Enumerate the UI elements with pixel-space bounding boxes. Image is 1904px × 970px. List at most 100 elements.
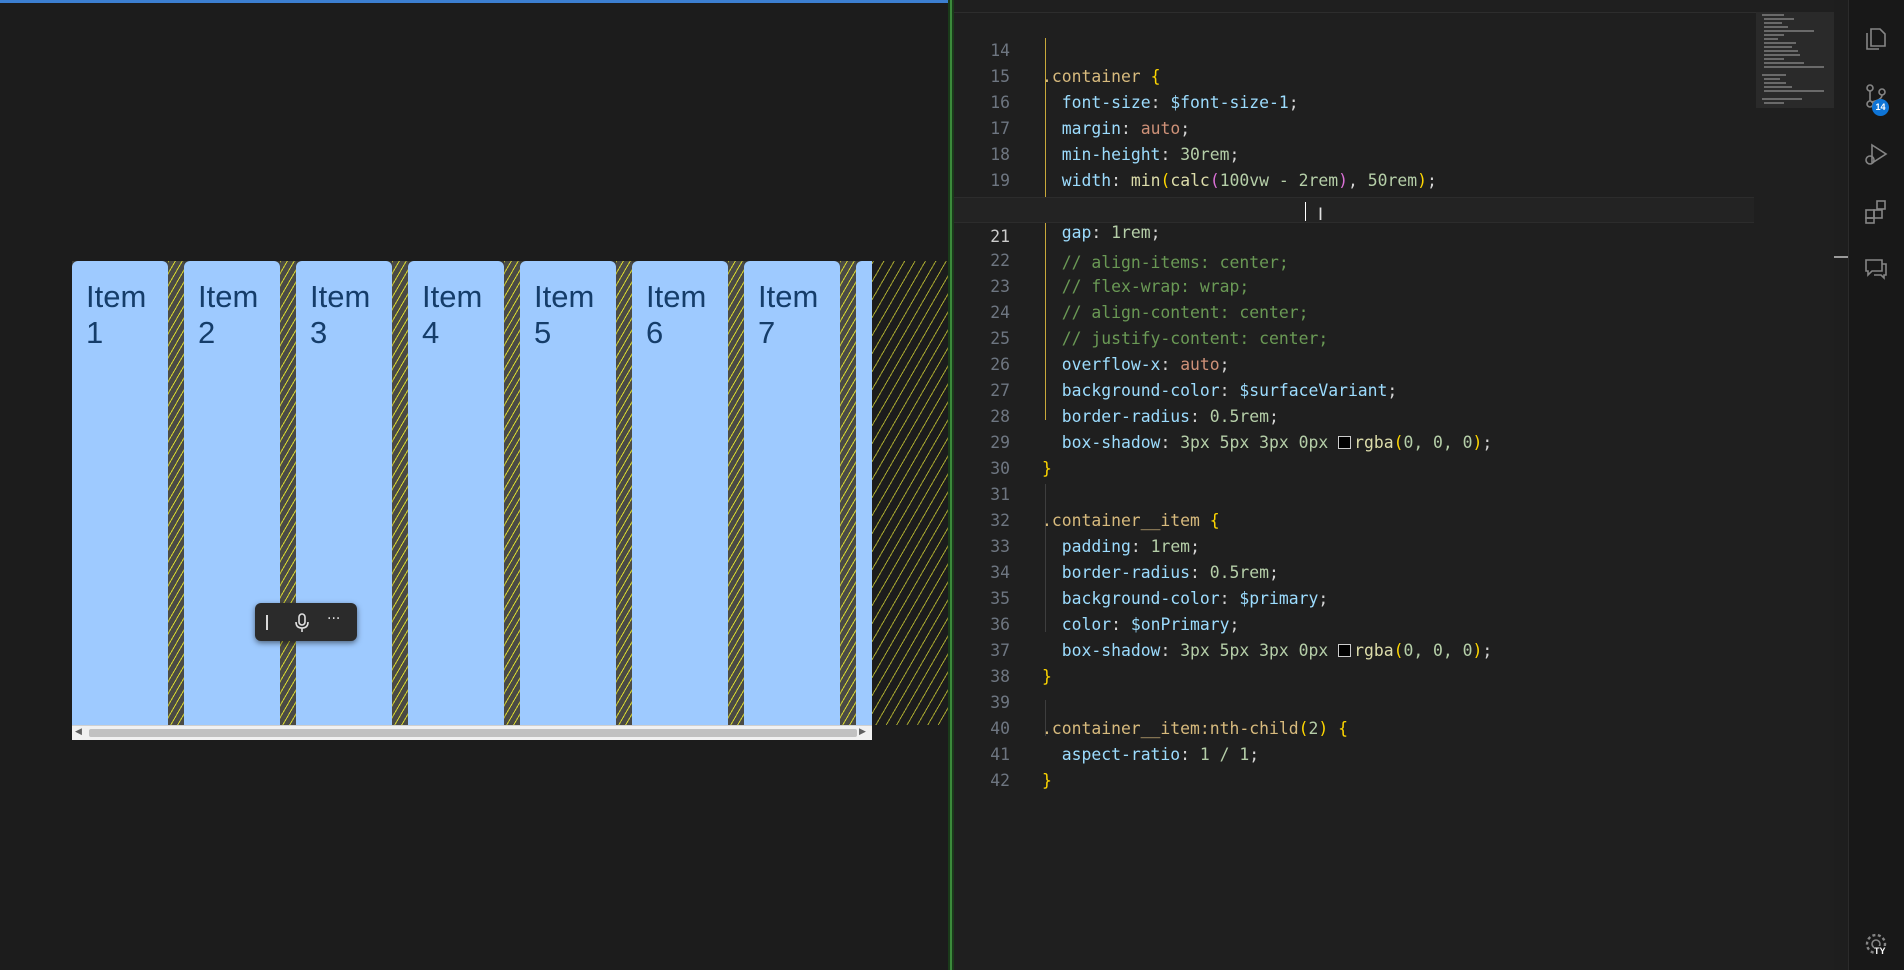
code-line-22[interactable]: 22 // flex-wrap: wrap; xyxy=(954,222,1754,296)
item-label: Item xyxy=(758,279,819,314)
code-line-17[interactable]: 17 min-height: 30rem; xyxy=(954,90,1754,164)
code-line-20[interactable]: 20 gap: 1rem; xyxy=(954,168,1754,242)
flex-gap-overlay xyxy=(392,261,408,725)
minimap-line xyxy=(1764,50,1798,52)
code-line-29[interactable]: 29 } xyxy=(954,404,1754,478)
minimap-line xyxy=(1764,54,1800,56)
minimap-line xyxy=(1764,22,1782,24)
more-options-icon[interactable]: ··· xyxy=(327,611,340,627)
code-line-23[interactable]: 23 // align-content: center; xyxy=(954,248,1754,322)
microphone-icon[interactable] xyxy=(293,613,311,633)
flex-container[interactable]: Item 1 Item 2 Item 3 Item 4 Item 5 Item … xyxy=(72,261,872,725)
item-number: 6 xyxy=(646,315,664,350)
minimap-line xyxy=(1764,30,1814,32)
preview-top-accent-bar xyxy=(0,0,948,3)
item-number: 4 xyxy=(422,315,440,350)
item-number: 5 xyxy=(534,315,552,350)
item-label: Item xyxy=(198,279,259,314)
code-line-14[interactable]: 14 .container { xyxy=(954,12,1754,86)
minimap-line xyxy=(1762,14,1784,16)
scroll-left-icon[interactable]: ◀ xyxy=(75,727,82,737)
code-line-26[interactable]: 26 background-color: $surfaceVariant; xyxy=(954,326,1754,400)
code-line-21-current[interactable]: 21 // align-items: center; xyxy=(954,197,1754,272)
code-line-33[interactable]: 33 border-radius: 0.5rem; xyxy=(954,508,1754,582)
container-item-1: Item 1 xyxy=(72,261,168,725)
flex-gap-overlay xyxy=(504,261,520,725)
flex-gap-overlay xyxy=(728,261,744,725)
item-number: 2 xyxy=(198,315,216,350)
drag-handle-icon[interactable] xyxy=(266,615,268,630)
code-line-15[interactable]: 15 font-size: $font-size-1; xyxy=(954,38,1754,112)
code-line-40[interactable]: 40 aspect-ratio: 1 / 1; xyxy=(954,690,1754,764)
container-item-2: Item 2 xyxy=(184,261,280,725)
extensions-icon[interactable] xyxy=(1862,198,1890,226)
flex-gap-overlay xyxy=(280,261,296,725)
brace: } xyxy=(1042,771,1052,790)
minimap-line xyxy=(1764,78,1780,80)
scroll-right-icon[interactable]: ▶ xyxy=(859,727,866,737)
minimap-line xyxy=(1762,74,1786,76)
run-debug-icon[interactable] xyxy=(1862,140,1890,168)
account-badge[interactable]: TY xyxy=(1874,946,1892,960)
source-control-count-badge: 14 xyxy=(1872,99,1889,116)
item-label: Item xyxy=(534,279,595,314)
flex-gap-overlay xyxy=(616,261,632,725)
minimap-line xyxy=(1764,58,1784,60)
flex-gap-overlay xyxy=(840,261,856,725)
container-item-4: Item 4 xyxy=(408,261,504,725)
code-line-38[interactable]: 38 xyxy=(954,638,1754,686)
minimap-line xyxy=(1764,46,1792,48)
code-line-16[interactable]: 16 margin: auto; xyxy=(954,64,1754,138)
code-line-18[interactable]: 18 width: min(calc(100vw - 2rem), 50rem)… xyxy=(954,116,1754,190)
explorer-icon[interactable] xyxy=(1862,24,1890,52)
code-line-41[interactable]: 41 } xyxy=(954,716,1754,790)
minimap-line xyxy=(1764,34,1784,36)
item-number: 1 xyxy=(86,315,104,350)
horizontal-scrollbar[interactable]: ◀ ▶ xyxy=(72,725,872,740)
item-label: Item xyxy=(646,279,707,314)
item-number: 3 xyxy=(310,315,328,350)
minimap-line xyxy=(1764,102,1784,104)
code-line-19[interactable]: 19 display: flex; xyxy=(954,142,1754,216)
code-editor[interactable]: 14 .container { 15 font-size: $font-size… xyxy=(954,0,1834,970)
remote-chat-icon[interactable] xyxy=(1862,254,1890,282)
minimap-line xyxy=(1764,42,1796,44)
minimap-line xyxy=(1764,62,1804,64)
minimap[interactable] xyxy=(1756,12,1834,108)
item-label: Item xyxy=(310,279,371,314)
minimap-line xyxy=(1764,86,1792,88)
line-number: 42 xyxy=(990,771,1010,790)
code-line-39[interactable]: 39 .container__item:nth-child(2) { xyxy=(954,664,1754,738)
ibeam-cursor-icon: I xyxy=(1318,205,1324,225)
splitter-line xyxy=(950,0,952,970)
minimap-line xyxy=(1764,66,1824,68)
item-label: Item xyxy=(86,279,147,314)
minimap-line xyxy=(1764,38,1778,40)
text-cursor xyxy=(1305,202,1306,221)
code-line-30[interactable]: 30 xyxy=(954,430,1754,478)
code-line-34[interactable]: 34 background-color: $primary; xyxy=(954,534,1754,608)
code-line-27[interactable]: 27 border-radius: 0.5rem; xyxy=(954,352,1754,426)
item-label: Item xyxy=(422,279,483,314)
container-item-7: Item 7 xyxy=(744,261,840,725)
voice-typing-toolbar: ··· xyxy=(255,603,357,641)
item-number: 7 xyxy=(758,315,776,350)
minimap-line xyxy=(1764,26,1788,28)
scrollbar-thumb[interactable] xyxy=(89,729,857,737)
container-item-3: Item 3 xyxy=(296,261,392,725)
container-item-5: Item 5 xyxy=(520,261,616,725)
minimap-line xyxy=(1762,98,1802,100)
code-line-25[interactable]: 25 overflow-x: auto; xyxy=(954,300,1754,374)
code-line-24[interactable]: 24 // justify-content: center; xyxy=(954,274,1754,348)
code-line-42[interactable]: 42 xyxy=(954,742,1754,790)
minimap-line xyxy=(1764,90,1824,92)
code-line-37[interactable]: 37 } xyxy=(954,612,1754,686)
code-line-36[interactable]: 36 box-shadow: 3px 5px 3px 0px rgba(0, 0… xyxy=(954,586,1754,660)
code-line-31[interactable]: 31 .container__item { xyxy=(954,456,1754,530)
overflow-area-overlay xyxy=(872,261,948,725)
code-line-35[interactable]: 35 color: $onPrimary; xyxy=(954,560,1754,634)
code-line-28[interactable]: 28 box-shadow: 3px 5px 3px 0px rgba(0, 0… xyxy=(954,378,1754,452)
code-line-32[interactable]: 32 padding: 1rem; xyxy=(954,482,1754,556)
scrollbar-cursor-marker xyxy=(1834,256,1848,258)
flex-gap-overlay xyxy=(168,261,184,725)
